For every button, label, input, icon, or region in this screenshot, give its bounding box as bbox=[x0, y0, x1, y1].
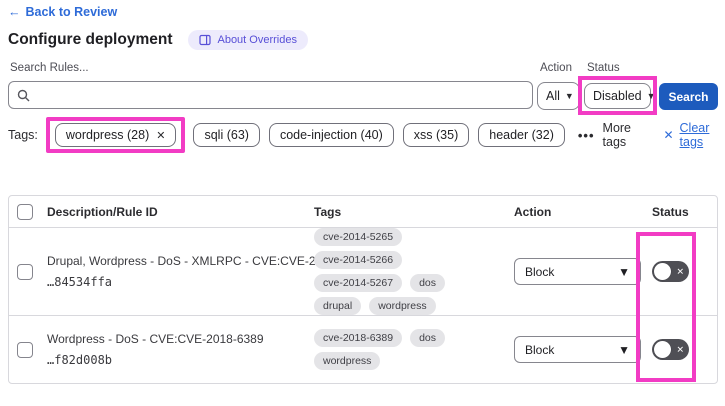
header-action: Action bbox=[506, 205, 644, 219]
back-arrow-icon: ← bbox=[8, 5, 21, 19]
clear-tags-button[interactable]: ✕ Clear tags bbox=[663, 121, 725, 149]
rule-tag: cve-2018-6389 bbox=[314, 329, 402, 347]
search-box bbox=[8, 81, 533, 109]
action-select[interactable]: Block ▼ bbox=[514, 336, 641, 363]
row-checkbox[interactable] bbox=[17, 264, 33, 280]
status-filter-value: Disabled bbox=[593, 89, 642, 103]
table-row: Drupal, Wordpress - DoS - XMLRPC - CVE:C… bbox=[9, 228, 717, 316]
chevron-down-icon: ▼ bbox=[565, 91, 574, 101]
rule-tag: cve-2014-5265 bbox=[314, 228, 402, 246]
rule-tag: dos bbox=[410, 274, 445, 292]
tag-pill-wordpress[interactable]: wordpress (28) ✕ bbox=[55, 123, 177, 147]
back-to-review-link[interactable]: ← Back to Review bbox=[8, 5, 117, 19]
header-description: Description/Rule ID bbox=[39, 205, 306, 219]
more-tags-button[interactable]: ••• More tags bbox=[578, 121, 646, 149]
rule-description: Wordpress - DoS - CVE:CVE-2018-6389 bbox=[47, 332, 306, 346]
rule-tag: wordpress bbox=[314, 352, 380, 370]
search-button[interactable]: Search bbox=[659, 83, 718, 110]
rules-table: Description/Rule ID Tags Action Status D… bbox=[8, 195, 718, 384]
tag-pill-xss[interactable]: xss (35) bbox=[403, 123, 469, 147]
back-link-label: Back to Review bbox=[26, 5, 118, 19]
row-checkbox[interactable] bbox=[17, 342, 33, 358]
title-row: Configure deployment About Overrides bbox=[8, 30, 308, 50]
tag-pill-code-injection[interactable]: code-injection (40) bbox=[269, 123, 394, 147]
clear-icon: ✕ bbox=[663, 128, 673, 142]
about-overrides-badge[interactable]: About Overrides bbox=[188, 30, 307, 50]
rule-tags: cve-2014-5265 cve-2014-5266 cve-2014-526… bbox=[306, 228, 506, 315]
rule-tag: drupal bbox=[314, 297, 361, 315]
remove-tag-icon[interactable]: ✕ bbox=[156, 129, 165, 142]
chevron-down-icon: ▼ bbox=[618, 265, 630, 279]
toggle-knob bbox=[654, 341, 671, 358]
action-filter-label: Action bbox=[540, 62, 572, 74]
tag-pill-label: wordpress (28) bbox=[66, 128, 149, 142]
rule-tags: cve-2018-6389 dos wordpress bbox=[306, 329, 506, 370]
status-filter-dropdown[interactable]: Disabled ▼ bbox=[584, 83, 651, 109]
header-tags: Tags bbox=[306, 205, 506, 219]
table-row: Wordpress - DoS - CVE:CVE-2018-6389 …f82… bbox=[9, 316, 717, 383]
action-filter-dropdown[interactable]: All ▼ bbox=[537, 82, 580, 110]
ellipsis-icon: ••• bbox=[578, 128, 595, 143]
rule-id: …f82d008b bbox=[47, 353, 306, 367]
chevron-down-icon: ▼ bbox=[647, 91, 656, 101]
rule-tag: cve-2014-5267 bbox=[314, 274, 402, 292]
header-status: Status bbox=[644, 205, 717, 219]
toggle-knob bbox=[654, 263, 671, 280]
tags-bar-label: Tags: bbox=[8, 128, 38, 142]
page-title: Configure deployment bbox=[8, 31, 172, 49]
rule-id: …84534ffa bbox=[47, 275, 306, 289]
about-overrides-label: About Overrides bbox=[217, 34, 296, 46]
tags-bar: Tags: wordpress (28) ✕ sqli (63) code-in… bbox=[8, 119, 725, 151]
tag-pill-header[interactable]: header (32) bbox=[478, 123, 565, 147]
search-input[interactable] bbox=[37, 88, 524, 102]
status-filter-label: Status bbox=[587, 62, 620, 74]
status-toggle[interactable]: ✕ bbox=[652, 261, 689, 282]
action-select-value: Block bbox=[525, 265, 554, 279]
toggle-off-icon: ✕ bbox=[676, 345, 684, 354]
chevron-down-icon: ▼ bbox=[618, 343, 630, 357]
status-toggle[interactable]: ✕ bbox=[652, 339, 689, 360]
rule-tag: wordpress bbox=[369, 297, 435, 315]
rule-tag: dos bbox=[410, 329, 445, 347]
clear-tags-label: Clear tags bbox=[680, 121, 725, 149]
table-header-row: Description/Rule ID Tags Action Status bbox=[9, 196, 717, 228]
search-rules-label: Search Rules... bbox=[10, 62, 89, 74]
search-icon bbox=[17, 89, 30, 102]
selected-tag-highlight: wordpress (28) ✕ bbox=[46, 117, 186, 153]
rule-tag: cve-2014-5266 bbox=[314, 251, 402, 269]
action-select[interactable]: Block ▼ bbox=[514, 258, 641, 285]
configure-deployment-page: ← Back to Review Configure deployment Ab… bbox=[0, 0, 725, 406]
book-icon bbox=[199, 34, 211, 46]
tag-pill-sqli[interactable]: sqli (63) bbox=[193, 123, 259, 147]
rule-description: Drupal, Wordpress - DoS - XMLRPC - CVE:C… bbox=[47, 254, 306, 268]
more-tags-label: More tags bbox=[603, 121, 646, 149]
action-filter-value: All bbox=[546, 89, 560, 103]
toggle-off-icon: ✕ bbox=[676, 267, 684, 276]
select-all-checkbox[interactable] bbox=[17, 204, 33, 220]
action-select-value: Block bbox=[525, 343, 554, 357]
